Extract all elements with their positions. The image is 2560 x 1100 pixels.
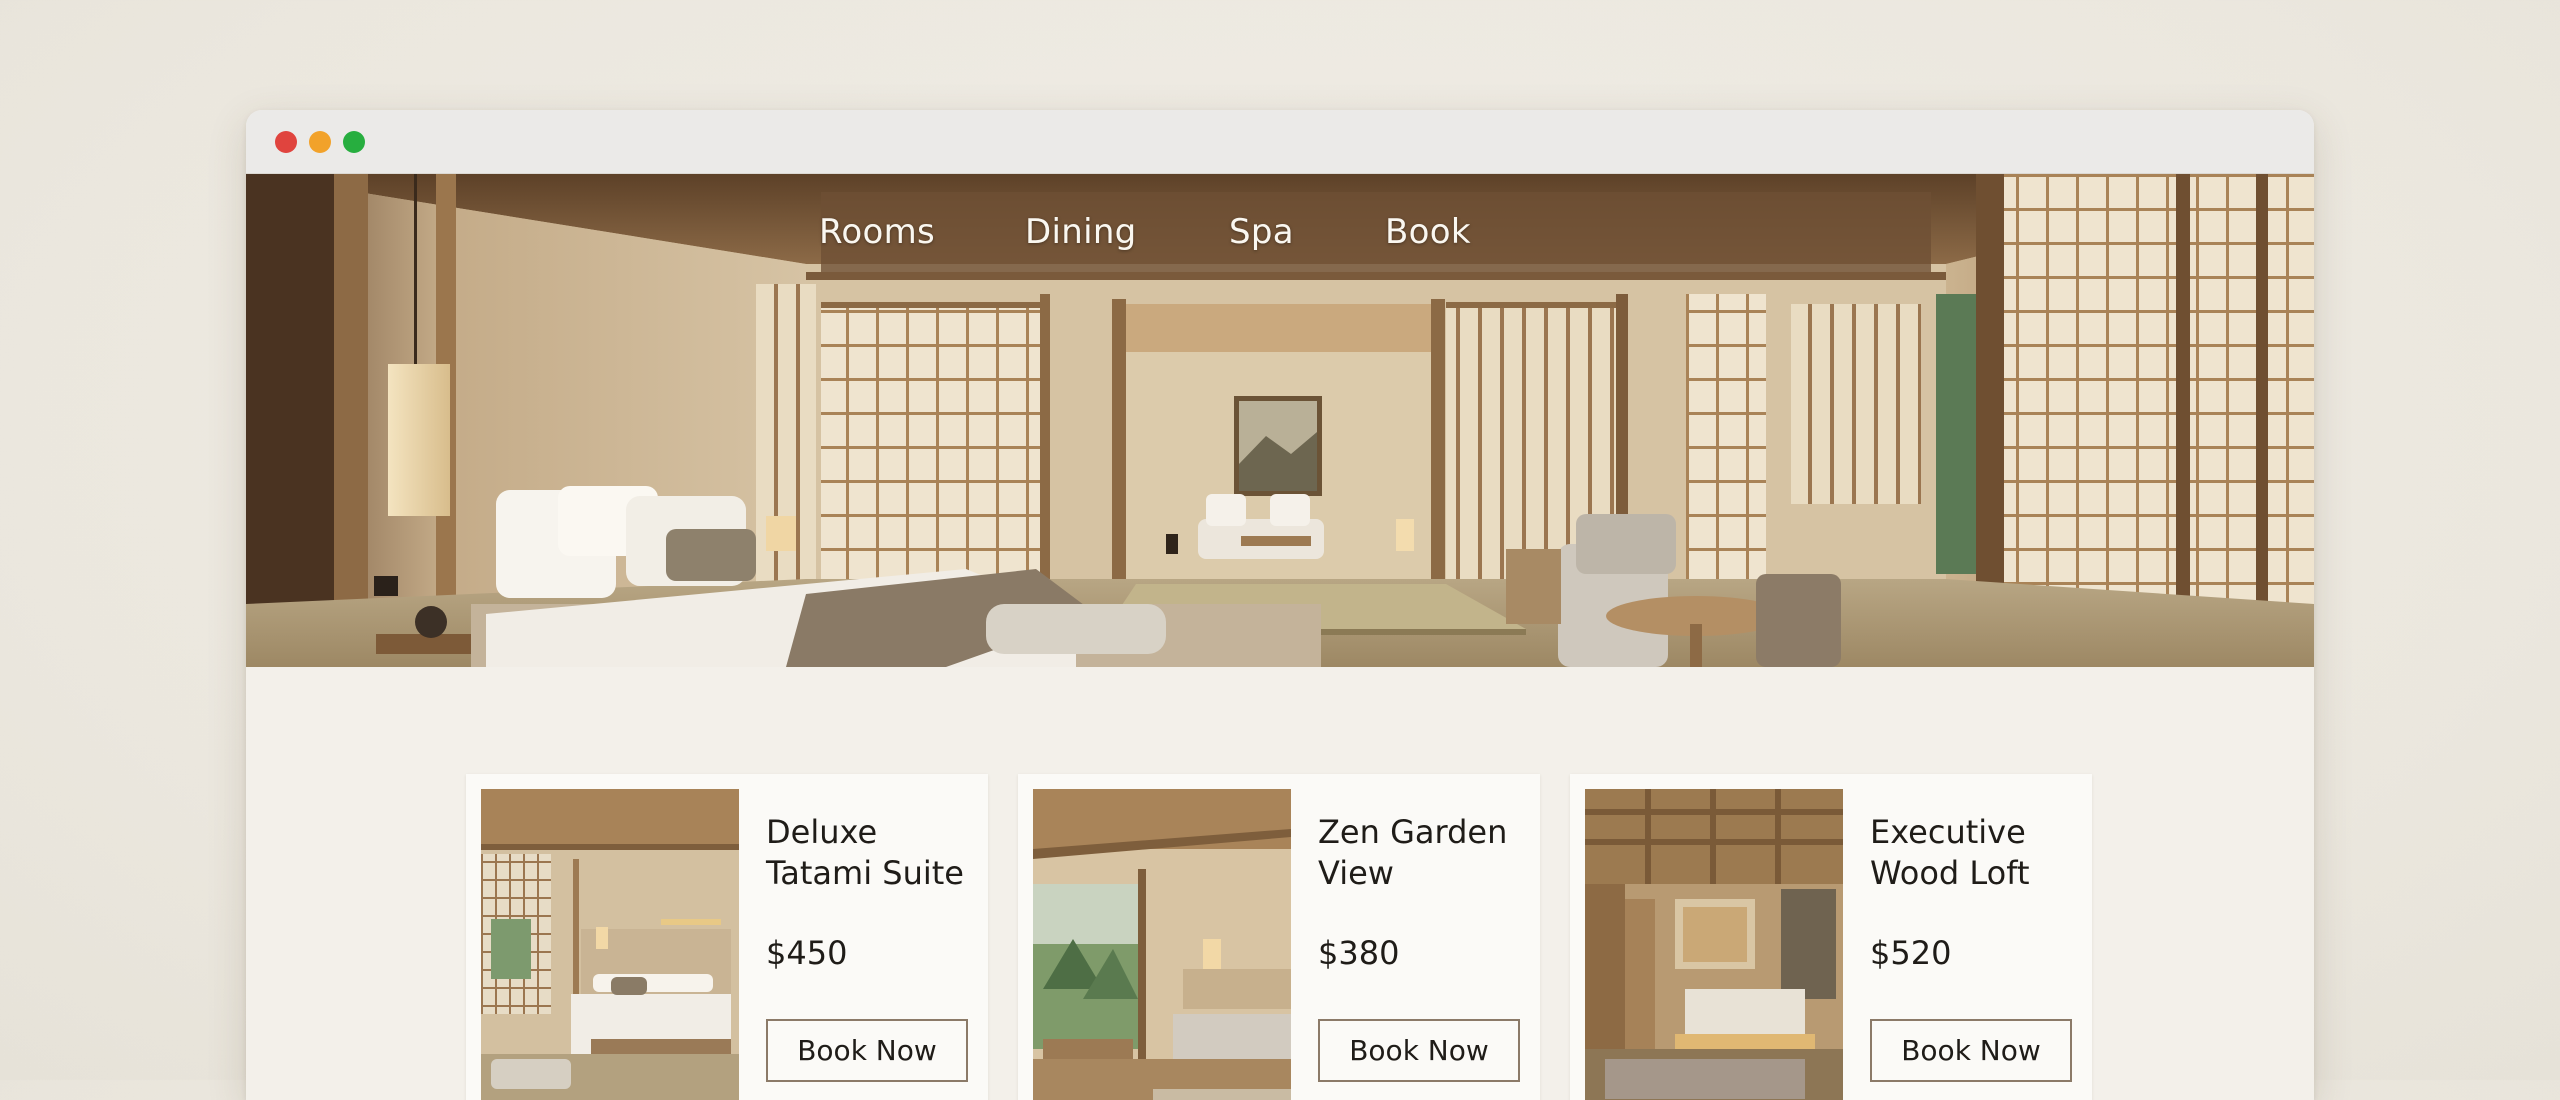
nav-link-spa[interactable]: Spa	[1229, 212, 1294, 252]
nav-link-dining[interactable]: Dining	[1025, 212, 1137, 252]
room-card-deluxe-tatami-suite: Deluxe Tatami Suite $450 Book Now	[466, 774, 988, 1100]
browser-window: Rooms Dining Spa Book Deluxe Tatami Suit…	[246, 110, 2314, 1100]
room-title: Deluxe Tatami Suite	[766, 813, 964, 892]
top-nav: Rooms Dining Spa Book	[819, 174, 1934, 282]
room-title: Zen Garden View	[1318, 813, 1508, 892]
close-window-button[interactable]	[275, 131, 297, 153]
book-now-button[interactable]: Book Now	[1318, 1019, 1520, 1082]
book-now-button[interactable]: Book Now	[766, 1019, 968, 1082]
minimize-window-button[interactable]	[309, 131, 331, 153]
room-photo	[1585, 789, 1843, 1100]
nav-link-rooms[interactable]: Rooms	[819, 212, 935, 252]
book-now-button[interactable]: Book Now	[1870, 1019, 2072, 1082]
room-price: $450	[766, 934, 848, 972]
hero-banner: Rooms Dining Spa Book	[246, 174, 2314, 667]
room-card-zen-garden-view: Zen Garden View $380 Book Now	[1018, 774, 1540, 1100]
room-card-executive-wood-loft: Executive Wood Loft $520 Book Now	[1570, 774, 2092, 1100]
window-titlebar	[246, 110, 2314, 174]
maximize-window-button[interactable]	[343, 131, 365, 153]
room-price: $520	[1870, 934, 1952, 972]
room-photo	[481, 789, 739, 1100]
nav-link-book[interactable]: Book	[1385, 212, 1471, 252]
room-title: Executive Wood Loft	[1870, 813, 2030, 892]
room-price: $380	[1318, 934, 1400, 972]
room-photo	[1033, 789, 1291, 1100]
